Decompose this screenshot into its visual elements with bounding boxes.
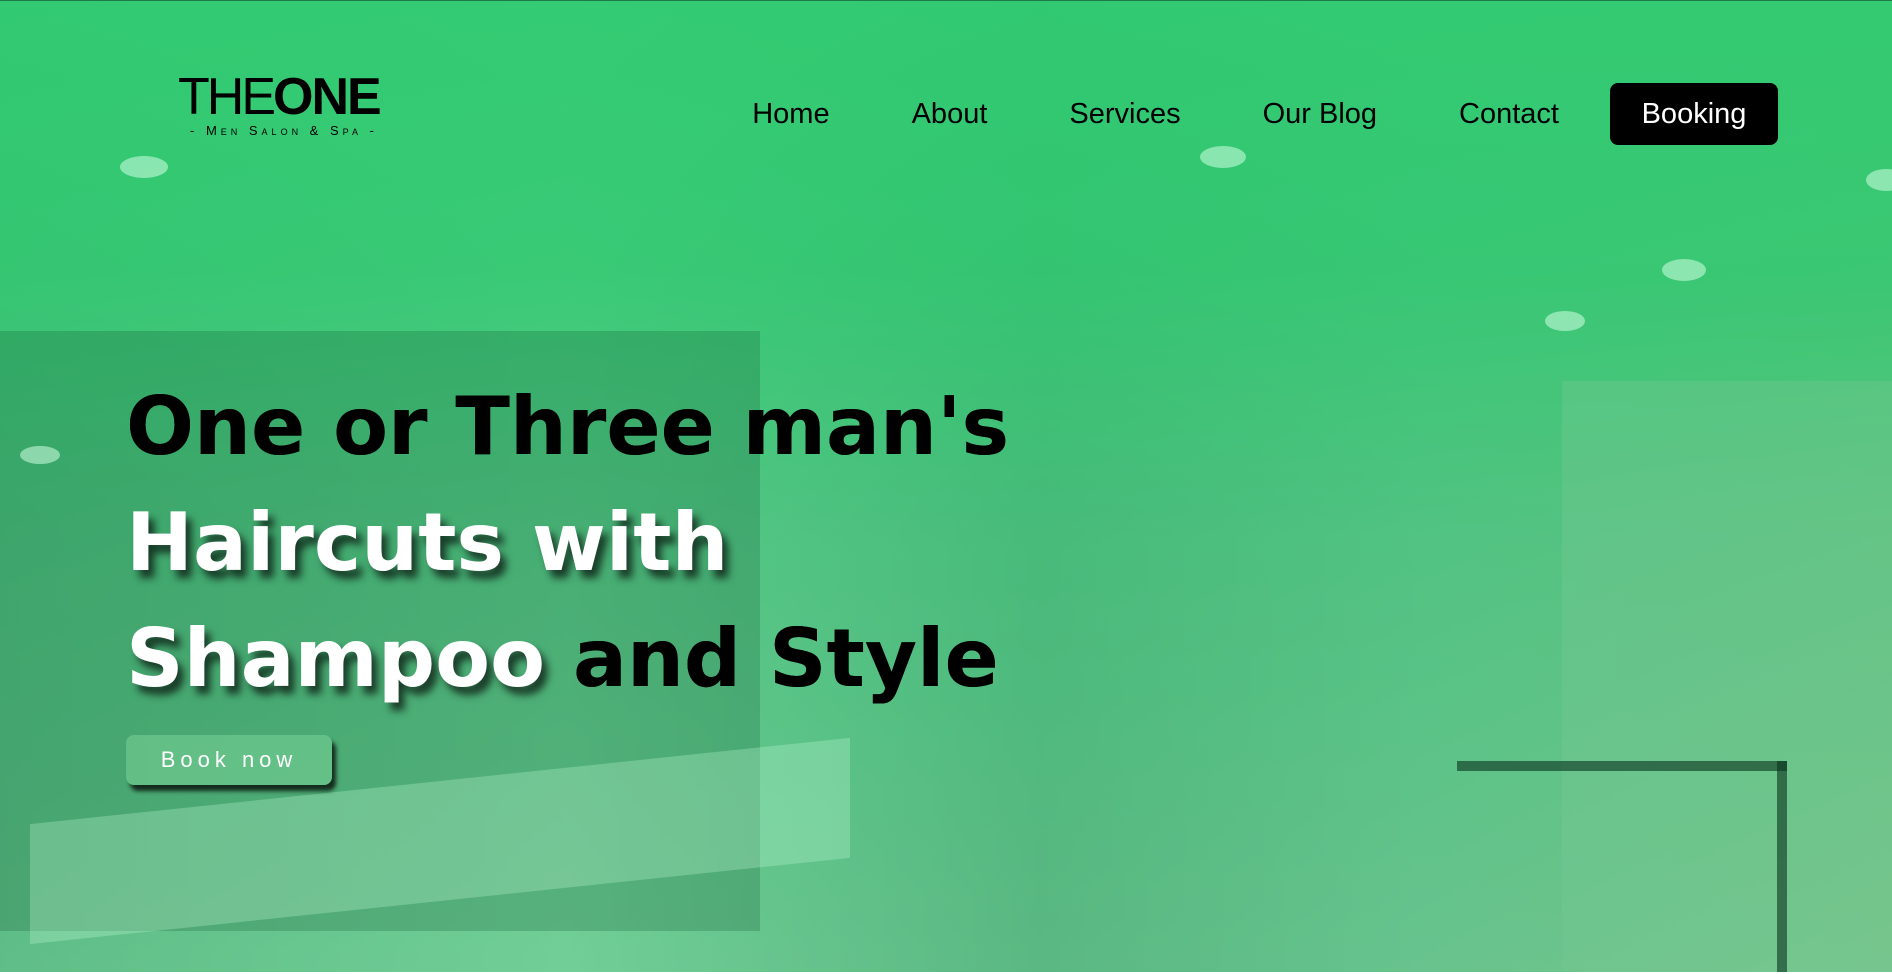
logo-tagline: - Men Salon & Spa -: [190, 123, 378, 138]
headline-line-3-light: Shampoo: [126, 612, 546, 705]
ceiling-light: [1200, 146, 1246, 168]
ceiling-light: [1662, 259, 1706, 281]
logo-one: ONE: [273, 68, 382, 126]
nav-services[interactable]: Services: [1069, 83, 1180, 145]
nav-about[interactable]: About: [912, 83, 988, 145]
brand-logo[interactable]: THEONE - Men Salon & Spa -: [178, 71, 400, 141]
background-mirror-frame-leg: [1777, 761, 1787, 972]
nav-contact[interactable]: Contact: [1459, 83, 1559, 145]
booking-button[interactable]: Booking: [1610, 83, 1778, 145]
ceiling-light: [20, 446, 60, 464]
logo-the: THE: [178, 68, 276, 126]
hero-headline: One or Three man's Haircuts with Shampoo…: [126, 369, 1009, 717]
hero-section: THEONE - Men Salon & Spa - Home About Se…: [0, 0, 1892, 972]
background-mirror-frame: [1457, 761, 1787, 771]
headline-line-1: One or Three man's: [126, 380, 1010, 473]
headline-line-3-dark: and Style: [545, 612, 999, 705]
headline-line-3: Shampoo and Style: [126, 601, 1009, 717]
logo-wordmark: THEONE: [178, 71, 400, 123]
nav-home[interactable]: Home: [752, 83, 829, 145]
headline-line-2: Haircuts with: [126, 496, 729, 589]
ceiling-light: [1866, 169, 1892, 191]
nav-our-blog[interactable]: Our Blog: [1263, 83, 1377, 145]
ceiling-light: [120, 156, 168, 178]
ceiling-light: [1545, 311, 1585, 331]
background-wall: [1562, 381, 1892, 972]
book-now-button[interactable]: Book now: [126, 735, 332, 785]
main-nav: Home About Services Our Blog Contact Boo…: [752, 83, 1778, 145]
